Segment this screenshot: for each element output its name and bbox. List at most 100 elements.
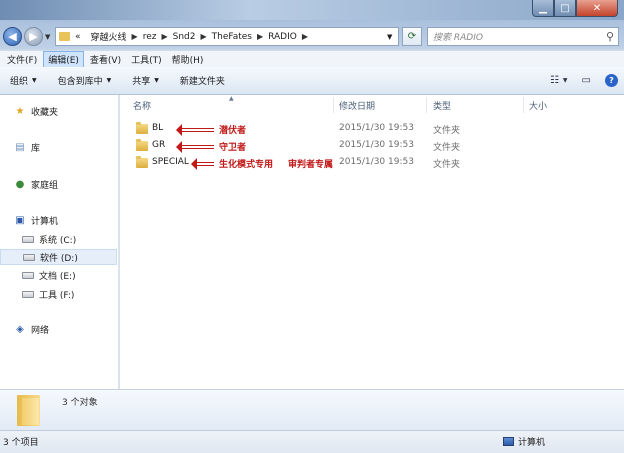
location-indicator: 计算机 [503,435,545,448]
column-header-type[interactable]: 类型 [433,95,451,115]
file-modified: 2015/1/30 19:53 [339,157,414,167]
search-input[interactable]: 搜索 RADIO [433,30,483,43]
address-bar[interactable]: « 穿越火线 ▶ rez ▶ Snd2 ▶ TheFates ▶ RADIO ▶ [55,27,399,46]
nav-item-network[interactable]: ◈ 网络 [14,323,49,336]
maximize-button[interactable]: □ [554,0,576,17]
chevron-right-icon: ▶ [131,32,138,41]
status-bar: 3 个项目 计算机 [0,430,624,453]
search-icon[interactable]: ⚲ [606,30,614,43]
menu-edit[interactable]: 编辑(E) [43,50,84,68]
file-type: 文件夹 [433,160,461,170]
file-modified: 2015/1/30 19:53 [339,140,414,150]
menu-bar: 文件(F) 编辑(E) 查看(V) 工具(T) 帮助(H) [0,50,624,68]
breadcrumb-item[interactable]: RADIO ▶ [268,32,313,42]
recent-pages-dropdown[interactable]: ▼ [45,33,50,41]
annotation-label: 潜伏者 [219,126,247,136]
file-modified: 2015/1/30 19:53 [339,123,414,133]
minimize-icon: ▁ [539,2,547,14]
column-header-name[interactable]: 名称 [133,95,151,115]
column-divider[interactable] [333,97,334,113]
file-type: 文件夹 [433,143,461,153]
details-pane: 3 个对象 [0,389,624,430]
address-history-dropdown[interactable]: ▼ [387,33,392,41]
annotation-arrow-icon [176,141,214,153]
breadcrumb-item[interactable]: 穿越火线 ▶ [81,30,143,43]
command-bar: 组织 ▼ 包含到库中 ▼ 共享 ▼ 新建文件夹 ☷ ▼ ▭ ? [0,67,624,95]
search-box[interactable]: 搜索 RADIO ⚲ [427,27,619,46]
drive-icon [22,290,34,300]
item-count: 3 个项目 [3,438,39,448]
breadcrumb-item[interactable]: TheFates ▶ [212,32,269,42]
file-row[interactable]: GR 守卫者 2015/1/30 19:53 文件夹 [120,138,624,155]
annotation-label-secondary: 审判者专属 [288,160,334,170]
column-header-modified[interactable]: 修改日期 [339,95,375,115]
nav-item-libraries[interactable]: ▤ 库 [14,141,40,154]
view-controls: ☷ ▼ ▭ ? [540,74,618,87]
object-count: 3 个对象 [62,398,98,408]
caption-buttons: ▁ □ ✕ [532,0,618,17]
folder-icon [136,139,148,151]
star-icon: ★ [15,106,25,117]
new-folder-button[interactable]: 新建文件夹 [180,74,225,87]
view-mode-icon[interactable]: ☷ [550,75,559,86]
chevron-down-icon[interactable]: ▼ [563,77,568,84]
chevron-down-icon: ▼ [106,77,112,84]
nav-item-drive-c[interactable]: 系统 (C:) [22,233,76,246]
sort-ascending-icon: ▲ [229,95,234,102]
menu-file[interactable]: 文件(F) [3,52,41,67]
chevron-right-icon: ▶ [256,32,264,41]
breadcrumb-item[interactable]: rez ▶ [143,32,173,42]
menu-tools[interactable]: 工具(T) [127,52,166,67]
menu-view[interactable]: 查看(V) [86,52,125,67]
folder-icon [17,395,40,426]
close-button[interactable]: ✕ [576,0,618,17]
library-icon: ▤ [15,142,25,153]
breadcrumb-item[interactable]: Snd2 ▶ [173,32,212,42]
title-bar[interactable]: ▁ □ ✕ [0,0,624,20]
computer-icon [503,437,514,446]
refresh-button[interactable]: ⟳ [402,27,422,46]
include-in-library-button[interactable]: 包含到库中 ▼ [58,74,112,87]
file-type: 文件夹 [433,126,461,136]
column-header-size[interactable]: 大小 [529,95,547,115]
computer-icon: ▣ [15,215,25,226]
nav-item-homegroup[interactable]: ● 家庭组 [14,178,58,191]
file-list: ▲ 名称 修改日期 类型 大小 BL 潜伏者 2015/1/30 19:53 文… [120,95,624,389]
minimize-button[interactable]: ▁ [532,0,554,17]
column-divider[interactable] [426,97,427,113]
help-button[interactable]: ? [605,74,618,87]
file-name: GR [152,140,166,150]
preview-pane-icon[interactable]: ▭ [582,75,591,86]
back-button[interactable]: ◀ [3,27,22,46]
nav-item-drive-e[interactable]: 文档 (E:) [22,269,76,282]
nav-item-drive-f[interactable]: 工具 (F:) [22,288,74,301]
menu-help[interactable]: 帮助(H) [168,52,208,67]
annotation-arrow-icon [176,124,214,136]
chevron-right-icon: ▶ [161,32,168,41]
forward-arrow-icon: ▶ [29,30,38,43]
share-button[interactable]: 共享 ▼ [132,74,159,87]
folder-icon [59,32,70,41]
chevron-down-icon: ▼ [32,77,37,84]
help-icon: ? [605,74,618,87]
annotation-label: 生化模式专用 [219,160,274,170]
organize-button[interactable]: 组织 ▼ [10,74,37,87]
close-icon: ✕ [592,2,602,14]
back-arrow-icon: ◀ [8,30,17,43]
chevron-right-icon: ▶ [301,32,309,41]
annotation-arrow-icon [191,158,214,170]
nav-item-drive-d[interactable]: 软件 (D:) [0,249,117,265]
file-row[interactable]: BL 潜伏者 2015/1/30 19:53 文件夹 [120,121,624,138]
file-name: BL [152,123,164,133]
column-divider[interactable] [523,97,524,113]
nav-item-computer[interactable]: ▣ 计算机 [14,214,58,227]
file-row[interactable]: SPECIAL 生化模式专用 审判者专属 2015/1/30 19:53 文件夹 [120,155,624,172]
folder-icon [136,156,148,168]
forward-button[interactable]: ▶ [24,27,43,46]
nav-item-favorites[interactable]: ★ 收藏夹 [14,105,59,118]
chevron-down-icon: ▼ [154,77,159,84]
chevron-right-icon: ▶ [200,32,207,41]
folder-icon [136,122,148,134]
homegroup-icon: ● [15,179,25,190]
explorer-window: ▁ □ ✕ ◀ ▶ ▼ « 穿越火线 ▶ rez ▶ Snd2 ▶ TheFates ▶… [0,0,624,453]
